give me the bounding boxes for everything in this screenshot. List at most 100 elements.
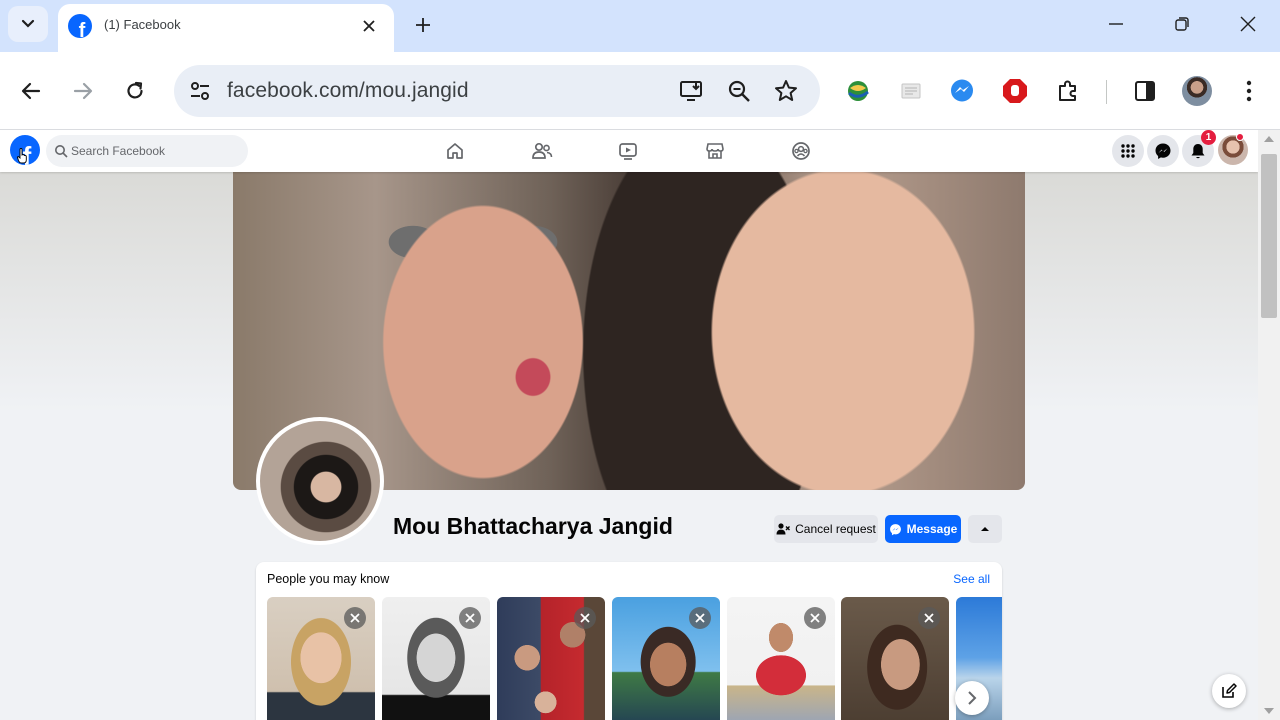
profile-picture[interactable] (256, 417, 384, 545)
messenger-icon (889, 523, 901, 535)
side-panel-icon (1135, 81, 1155, 101)
zoom-out-icon (728, 80, 750, 102)
close-window-button[interactable] (1226, 8, 1270, 40)
chevron-up-icon (981, 527, 989, 531)
stop-hand-icon (1003, 79, 1027, 103)
forward-button[interactable] (66, 74, 100, 108)
suggestion-card[interactable] (841, 597, 949, 720)
nav-marketplace[interactable] (703, 139, 727, 163)
facebook-header: f Search Facebook 1 (0, 130, 1258, 172)
site-info-button[interactable] (182, 73, 218, 109)
suggestion-card[interactable] (497, 597, 605, 720)
dismiss-button[interactable] (689, 607, 711, 629)
chevron-down-icon (21, 19, 35, 28)
suggestion-card[interactable] (382, 597, 490, 720)
tab-search-button[interactable] (8, 6, 48, 42)
dismiss-button[interactable] (918, 607, 940, 629)
close-icon (363, 20, 375, 32)
nav-groups[interactable] (789, 139, 813, 163)
close-icon (350, 613, 360, 623)
extension-document-button[interactable] (896, 76, 926, 106)
tab-title: (1) Facebook (104, 17, 181, 32)
new-tab-button[interactable] (408, 10, 438, 40)
profile-name: Mou Bhattacharya Jangid (393, 513, 673, 539)
minimize-button[interactable] (1094, 8, 1138, 40)
extension-globe-button[interactable] (843, 76, 873, 106)
install-app-button[interactable] (678, 77, 706, 105)
bookmark-button[interactable] (772, 77, 800, 105)
address-bar[interactable]: facebook.com/mou.jangid (174, 65, 820, 117)
extensions-menu-button[interactable] (1053, 76, 1083, 106)
account-avatar[interactable] (1218, 135, 1248, 165)
browser-menu-button[interactable] (1234, 76, 1264, 106)
nav-friends[interactable] (530, 139, 554, 163)
suggestion-card[interactable] (612, 597, 720, 720)
groups-icon (792, 142, 810, 160)
close-icon (1240, 16, 1256, 32)
suggestion-card[interactable] (727, 597, 835, 720)
message-button[interactable]: Message (885, 515, 961, 543)
cancel-request-label: Cancel request (795, 522, 876, 536)
tab-close-button[interactable] (358, 15, 380, 37)
document-extension-icon (901, 83, 921, 99)
new-message-button[interactable] (1212, 674, 1246, 708)
account-status-dot (1236, 133, 1244, 141)
notification-count-badge: 1 (1201, 130, 1216, 145)
close-icon (695, 613, 705, 623)
arrow-right-icon (73, 82, 93, 100)
back-button[interactable] (14, 74, 48, 108)
scroll-down-arrow-icon[interactable] (1264, 708, 1274, 714)
suggestion-card[interactable] (267, 597, 375, 720)
page-viewport: f Search Facebook 1 Mou Bhattacharya Jan… (0, 130, 1258, 720)
more-vertical-icon (1246, 80, 1252, 102)
dismiss-button[interactable] (574, 607, 596, 629)
section-title: People you may know (267, 572, 390, 586)
collapse-suggestions-button[interactable] (968, 515, 1002, 543)
bell-icon (1191, 144, 1205, 159)
browser-toolbar: facebook.com/mou.jangid (0, 52, 1280, 130)
next-suggestions-button[interactable] (955, 681, 989, 715)
star-icon (775, 80, 797, 101)
extension-adblock-button[interactable] (1000, 76, 1030, 106)
extension-messenger-button[interactable] (947, 76, 977, 106)
reload-icon (127, 81, 143, 99)
home-icon (447, 143, 463, 159)
restore-button[interactable] (1160, 8, 1204, 40)
close-icon (580, 613, 590, 623)
facebook-search-input[interactable]: Search Facebook (46, 135, 248, 167)
message-label: Message (906, 522, 958, 536)
see-all-link[interactable]: See all (953, 572, 990, 586)
dismiss-button[interactable] (344, 607, 366, 629)
messenger-button[interactable] (1147, 135, 1179, 167)
arrow-left-icon (21, 82, 41, 100)
close-icon (810, 613, 820, 623)
side-panel-button[interactable] (1130, 76, 1160, 106)
chat-bubble-icon (951, 79, 973, 102)
search-icon (55, 145, 68, 158)
plus-icon (416, 18, 430, 32)
friends-icon (532, 142, 553, 159)
reload-button[interactable] (118, 74, 152, 108)
toolbar-separator (1106, 80, 1107, 104)
browser-profile-avatar[interactable] (1182, 76, 1212, 106)
zoom-button[interactable] (725, 77, 753, 105)
tab-facebook[interactable]: f (1) Facebook (58, 4, 394, 52)
hand-pointer-cursor-icon (17, 148, 27, 164)
person-cancel-icon (776, 523, 791, 535)
tune-icon (191, 82, 209, 100)
tab-strip: f (1) Facebook (0, 0, 1280, 52)
close-icon (924, 613, 934, 623)
dismiss-button[interactable] (804, 607, 826, 629)
nav-watch[interactable] (616, 139, 640, 163)
scroll-up-arrow-icon[interactable] (1264, 136, 1274, 142)
menu-button[interactable] (1112, 135, 1144, 167)
video-play-icon (619, 143, 637, 160)
nav-home[interactable] (443, 139, 467, 163)
grid-menu-icon (1121, 144, 1135, 158)
url-text: facebook.com/mou.jangid (227, 79, 469, 102)
page-scrollbar[interactable] (1258, 130, 1280, 720)
marketplace-store-icon (706, 143, 724, 159)
cancel-request-button[interactable]: Cancel request (774, 515, 878, 543)
scroll-thumb[interactable] (1261, 154, 1277, 318)
dismiss-button[interactable] (459, 607, 481, 629)
